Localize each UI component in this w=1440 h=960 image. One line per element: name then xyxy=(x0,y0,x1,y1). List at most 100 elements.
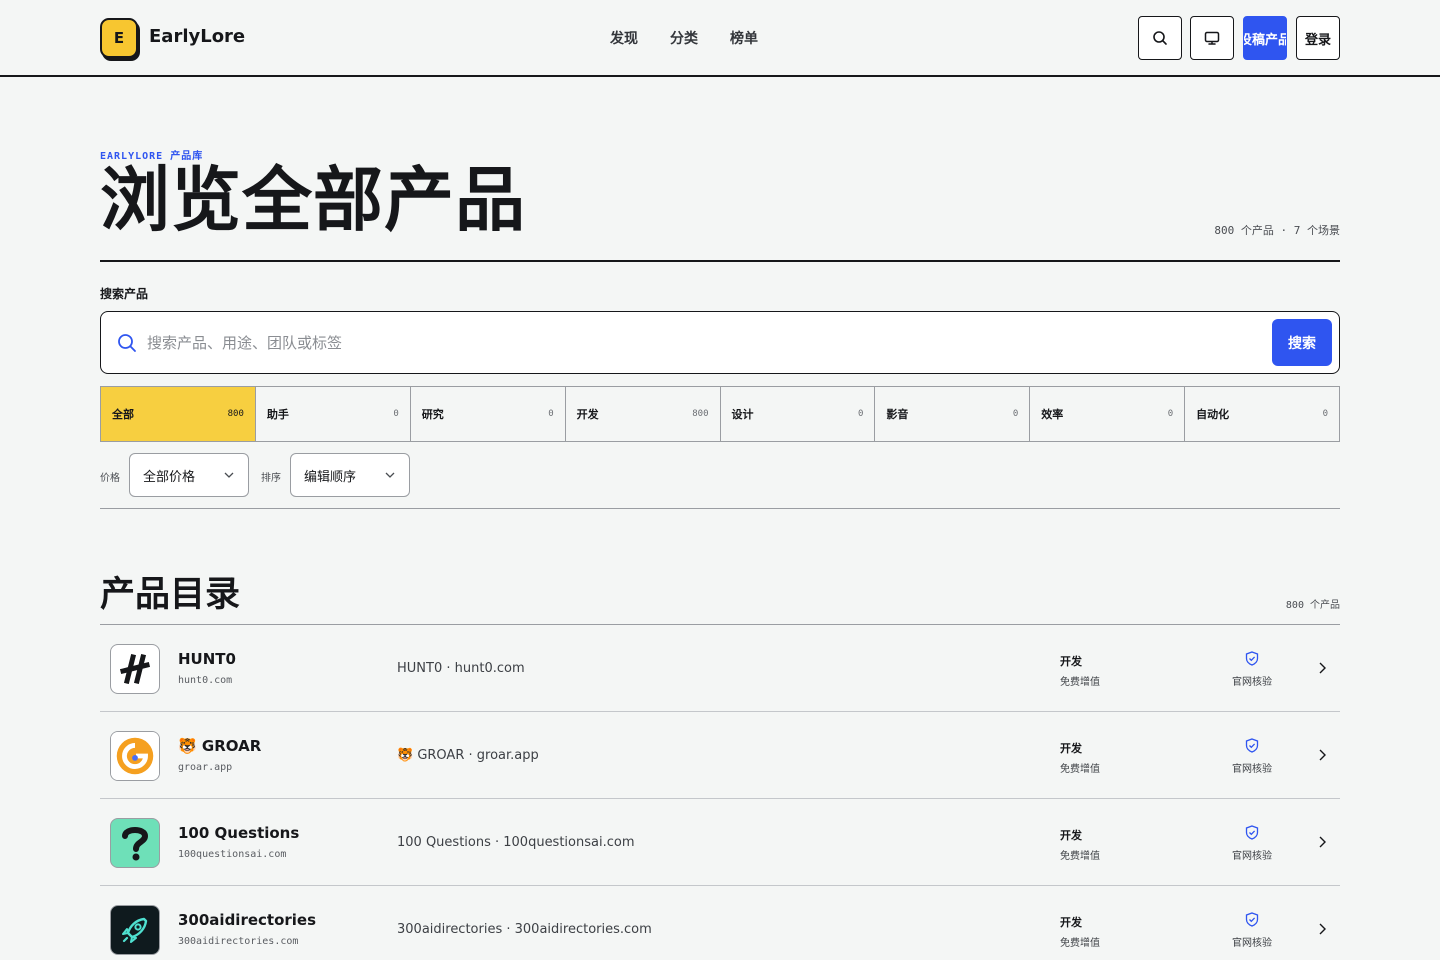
verified-label: 官网核验 xyxy=(1232,851,1272,862)
search-label: 搜索产品 xyxy=(100,287,149,301)
tab-count: 0 xyxy=(1012,409,1019,419)
product-name[interactable]: HUNT0 xyxy=(178,650,236,668)
tab-label: 全部 xyxy=(112,408,134,421)
verified-label: 官网核验 xyxy=(1232,677,1272,688)
sort-filter-label: 排序 xyxy=(261,473,281,484)
tab-automation[interactable]: 自动化 0 xyxy=(1185,387,1339,441)
tab-count: 0 xyxy=(1322,409,1328,419)
product-price: 免费增值 xyxy=(1060,677,1100,688)
tab-assistant[interactable]: 助手 0 xyxy=(256,387,411,441)
product-price: 免费增值 xyxy=(1060,851,1100,862)
product-category: 开发 xyxy=(1060,655,1082,668)
tab-count: 0 xyxy=(548,409,554,419)
product-name[interactable]: 300aidirectories xyxy=(178,911,316,929)
chevron-right-icon[interactable] xyxy=(1314,921,1330,937)
tab-label: 自动化 xyxy=(1196,408,1230,421)
search-box: 搜索 xyxy=(100,311,1340,374)
verified-label: 官网核验 xyxy=(1232,938,1272,949)
catalog-title: 产品目录 xyxy=(100,575,241,615)
logo-letter: E xyxy=(113,29,125,47)
tab-productivity[interactable]: 效率 0 xyxy=(1030,387,1186,441)
sort-select-value: 编辑顺序 xyxy=(304,469,357,485)
hero-divider xyxy=(100,260,1340,262)
verified-label: 官网核验 xyxy=(1232,764,1272,775)
tab-development[interactable]: 开发 800 xyxy=(566,387,721,441)
page-title: 浏览全部产品 xyxy=(100,159,526,241)
logo-mark[interactable]: E xyxy=(100,18,138,58)
product-description: 🐯 GROAR · groar.app xyxy=(397,748,539,763)
tab-all[interactable]: 全部 800 xyxy=(101,387,256,441)
header-search-button[interactable] xyxy=(1138,16,1182,60)
chevron-right-icon[interactable] xyxy=(1314,747,1330,763)
tab-label: 影音 xyxy=(886,408,909,421)
display-mode-button[interactable] xyxy=(1190,16,1234,60)
shield-check-icon xyxy=(1245,912,1259,927)
product-domain: groar.app xyxy=(178,762,233,773)
product-category: 开发 xyxy=(1060,742,1082,755)
search-icon xyxy=(1153,31,1167,45)
nav-rankings[interactable]: 榜单 xyxy=(730,28,758,48)
product-domain: hunt0.com xyxy=(178,675,233,686)
hero-meta: 800 个产品 · 7 个场景 xyxy=(1214,224,1340,237)
tab-label: 助手 xyxy=(266,408,289,421)
tab-label: 设计 xyxy=(731,408,754,421)
chevron-down-icon xyxy=(224,472,234,478)
logo-text[interactable]: EarlyLore xyxy=(149,26,245,47)
product-row[interactable]: 300aidirectories 300aidirectories.com 30… xyxy=(100,886,1340,960)
tab-research[interactable]: 研究 0 xyxy=(411,387,566,441)
product-row[interactable]: HUNT0 hunt0.com HUNT0 · hunt0.com 开发 免费增… xyxy=(100,625,1340,712)
hunt0-logo-icon xyxy=(110,644,160,694)
verified-badge: 官网核验 xyxy=(1220,738,1284,775)
search-icon xyxy=(118,334,136,352)
product-description: 100 Questions · 100questionsai.com xyxy=(397,835,635,850)
product-name[interactable]: 100 Questions xyxy=(178,824,299,842)
product-row[interactable]: 🐯 GROAR groar.app 🐯 GROAR · groar.app 开发… xyxy=(100,712,1340,799)
chevron-right-icon[interactable] xyxy=(1314,834,1330,850)
tab-count: 0 xyxy=(393,409,399,419)
product-price: 免费增值 xyxy=(1060,938,1100,949)
product-domain: 300aidirectories.com xyxy=(178,936,299,947)
product-category: 开发 xyxy=(1060,829,1082,842)
product-price: 免费增值 xyxy=(1060,764,1100,775)
tab-count: 0 xyxy=(1167,409,1174,419)
tab-count: 800 xyxy=(227,409,244,419)
shield-check-icon xyxy=(1245,738,1259,753)
nav-categories[interactable]: 分类 xyxy=(670,28,698,48)
tab-count: 800 xyxy=(692,409,709,419)
price-select[interactable]: 全部价格 xyxy=(129,453,249,497)
search-button[interactable]: 搜索 xyxy=(1272,319,1332,366)
verified-badge: 官网核验 xyxy=(1220,912,1284,949)
search-input[interactable] xyxy=(147,326,1247,360)
filters-divider xyxy=(100,508,1340,509)
product-category: 开发 xyxy=(1060,916,1082,929)
product-name[interactable]: 🐯 GROAR xyxy=(178,737,261,755)
verified-badge: 官网核验 xyxy=(1220,651,1284,688)
tab-label: 开发 xyxy=(576,408,599,421)
catalog-meta: 800 个产品 xyxy=(1285,600,1340,611)
rocket-logo-icon xyxy=(110,905,160,955)
tab-design[interactable]: 设计 0 xyxy=(721,387,876,441)
product-list: HUNT0 hunt0.com HUNT0 · hunt0.com 开发 免费增… xyxy=(100,624,1340,960)
chevron-down-icon xyxy=(385,472,395,478)
product-row[interactable]: 100 Questions 100questionsai.com 100 Que… xyxy=(100,799,1340,886)
question-logo-icon xyxy=(110,818,160,868)
category-tabs: 全部 800 助手 0 研究 0 开发 800 设计 0 影音 0 效率 0 自动化 0 xyxy=(100,386,1340,442)
tab-label: 效率 xyxy=(1041,408,1064,421)
shield-check-icon xyxy=(1245,651,1259,666)
price-filter-label: 价格 xyxy=(100,473,120,484)
login-button[interactable]: 登录 xyxy=(1296,16,1340,60)
tab-media[interactable]: 影音 0 xyxy=(875,387,1031,441)
nav-discover[interactable]: 发现 xyxy=(610,28,638,48)
shield-check-icon xyxy=(1245,825,1259,840)
chevron-right-icon[interactable] xyxy=(1314,660,1330,676)
verified-badge: 官网核验 xyxy=(1220,825,1284,862)
submit-product-button[interactable]: 投稿产品 xyxy=(1243,16,1287,60)
main-nav: 发现 分类 榜单 xyxy=(610,28,758,48)
product-domain: 100questionsai.com xyxy=(178,849,287,860)
groar-logo-icon xyxy=(110,731,160,781)
sort-select[interactable]: 编辑顺序 xyxy=(290,453,410,497)
top-header: E EarlyLore 发现 分类 榜单 投稿产品 登录 xyxy=(0,0,1440,77)
monitor-icon xyxy=(1204,31,1220,45)
product-description: HUNT0 · hunt0.com xyxy=(397,661,525,676)
product-description: 300aidirectories · 300aidirectories.com xyxy=(397,922,652,937)
